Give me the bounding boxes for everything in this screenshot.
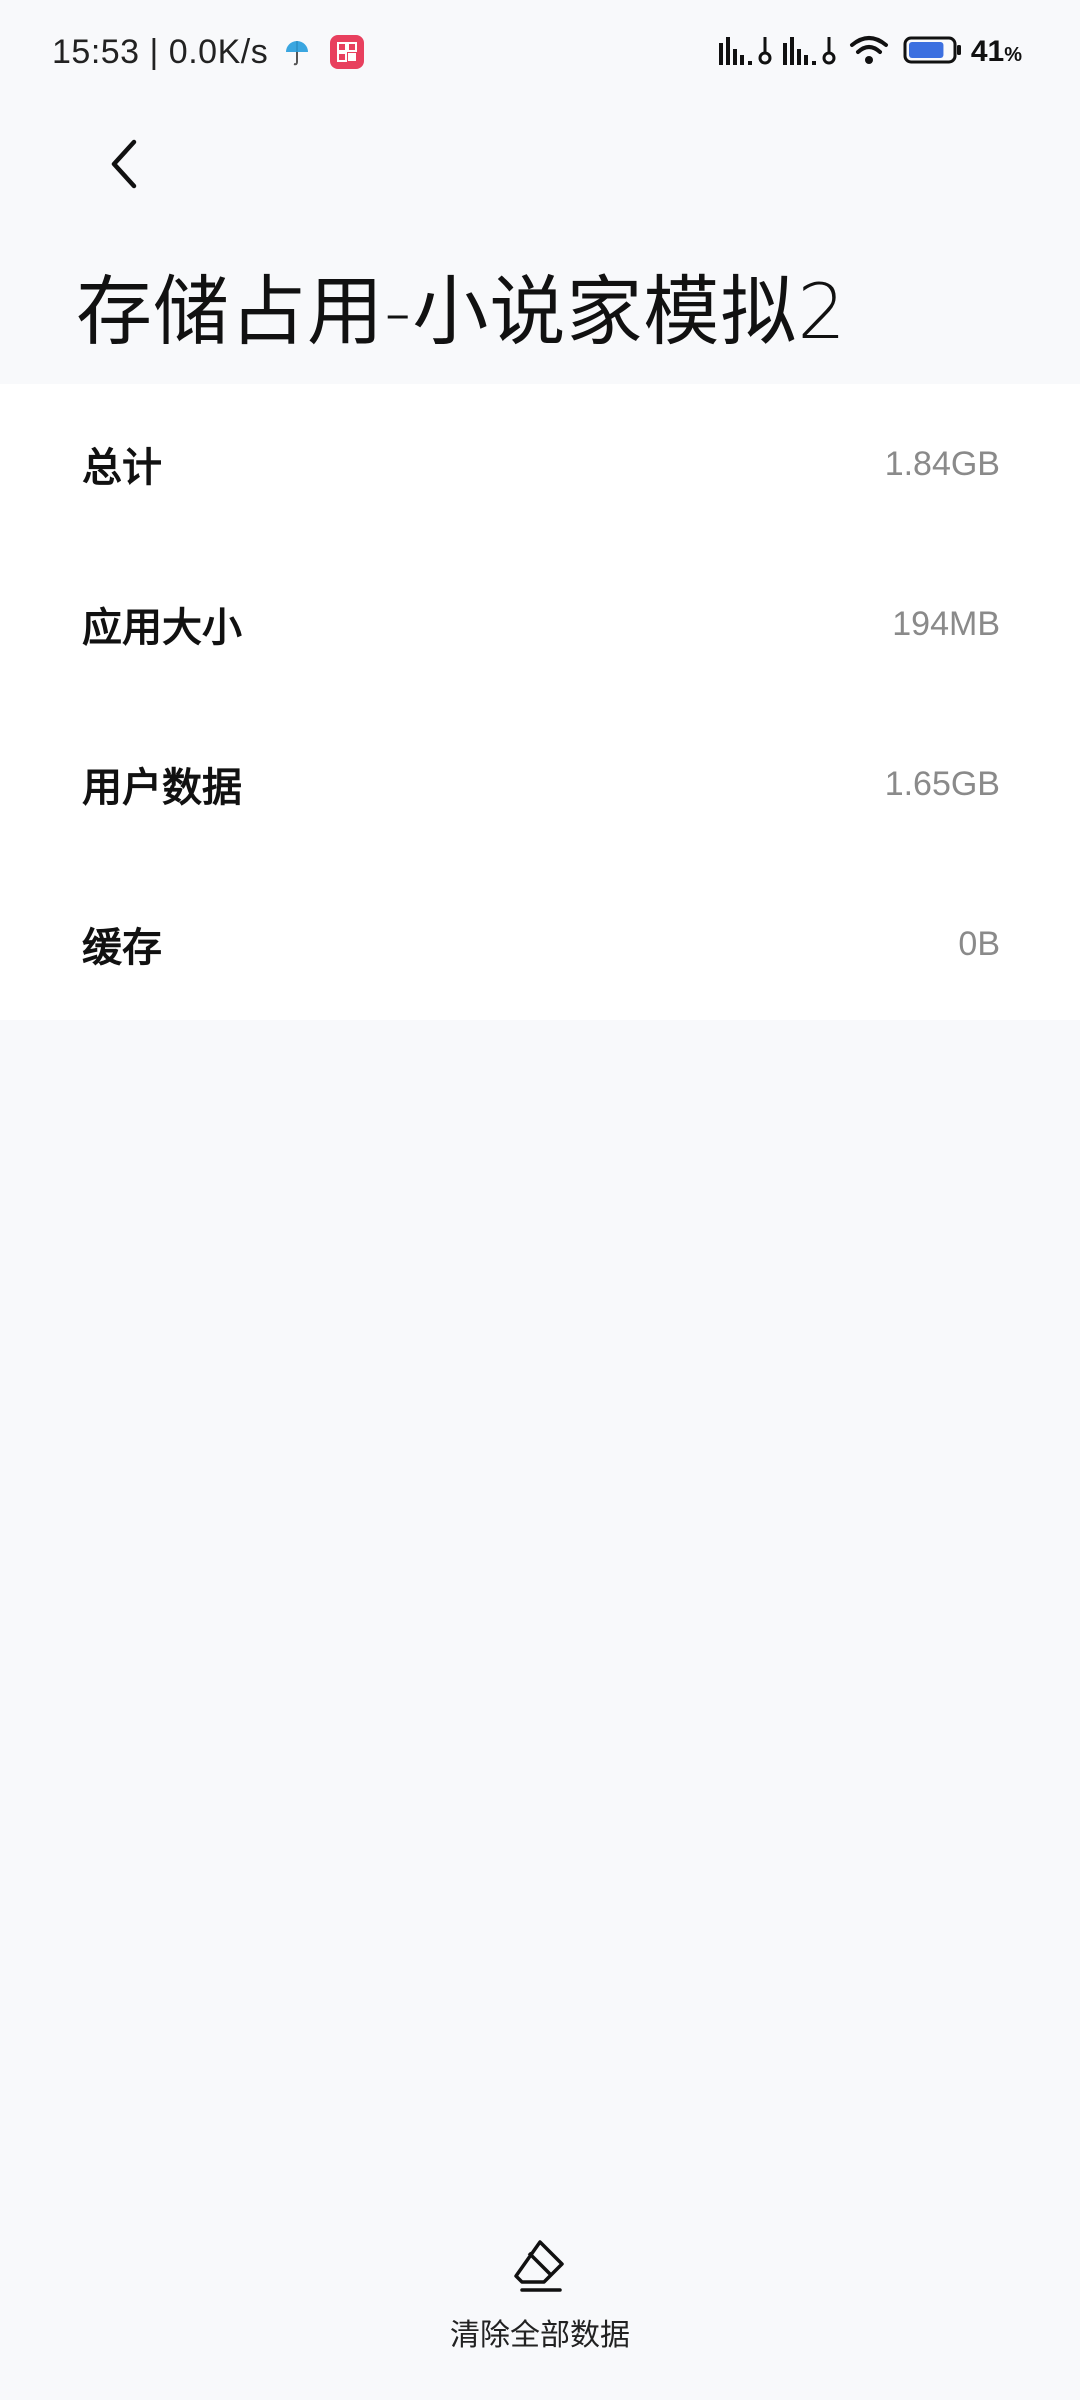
row-value: 0B [958, 924, 1000, 963]
storage-row-user-data: 用户数据 1.65GB [0, 704, 1080, 864]
signal-icon [717, 33, 773, 71]
battery-level: 41% [970, 35, 1022, 68]
clear-all-data-label: 清除全部数据 [450, 2318, 630, 2353]
umbrella-icon [282, 37, 312, 67]
storage-row-app-size: 应用大小 194MB [0, 544, 1080, 704]
status-time-speed: 15:53 | 0.0K/s [52, 32, 269, 71]
row-label: 用户数据 [82, 765, 242, 811]
chevron-left-icon [111, 139, 137, 189]
row-label: 应用大小 [82, 605, 242, 651]
battery-fill [908, 42, 944, 58]
signal-icon [781, 33, 837, 71]
storage-row-cache: 缓存 0B [0, 864, 1080, 1024]
battery-icon [903, 33, 963, 71]
back-button[interactable] [88, 128, 160, 200]
status-bar: 15:53 | 0.0K/s 41% [0, 0, 1080, 100]
row-value: 194MB [892, 604, 1000, 643]
status-right: 41% [717, 28, 1022, 76]
storage-row-total: 总计 1.84GB [0, 384, 1080, 544]
page-title: 存储占用-小说家模拟2 [76, 267, 847, 356]
wifi-icon [849, 33, 889, 71]
row-value: 1.65GB [884, 764, 1000, 803]
clear-all-data-button[interactable]: 清除全部数据 [0, 2236, 1080, 2366]
eraser-icon [514, 2240, 564, 2292]
row-label: 缓存 [82, 925, 162, 971]
row-label: 总计 [82, 445, 162, 491]
status-left: 15:53 | 0.0K/s [52, 28, 365, 76]
storage-card: 总计 1.84GB 应用大小 194MB 用户数据 1.65GB 缓存 0B [0, 384, 1080, 1020]
row-value: 1.84GB [884, 444, 1000, 483]
app-notification-icon [330, 35, 365, 69]
